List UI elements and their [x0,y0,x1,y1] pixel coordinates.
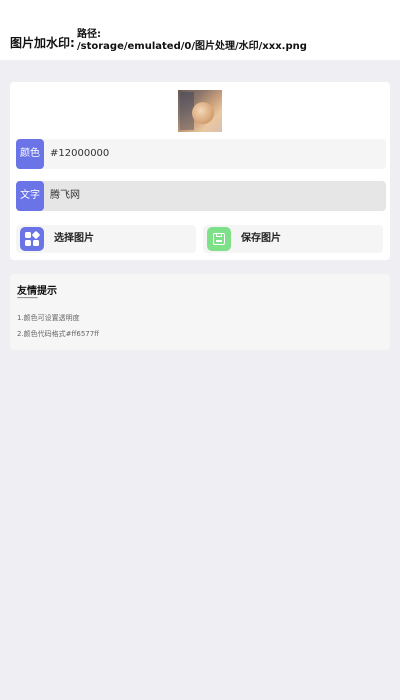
color-field[interactable]: 颜色 #12000000 [16,139,386,169]
tip-item: 2.颜色代码格式#ff6577ff [17,330,100,338]
text-tag: 文字 [16,181,44,211]
color-input[interactable]: #12000000 [50,139,109,169]
save-icon [207,227,231,251]
grid-icon-cell [31,230,41,240]
grid-icon-cell [25,232,31,238]
save-image-label: 保存图片 [241,233,281,244]
tip-item: 1.颜色可设置透明度 [17,314,80,322]
select-image-label: 选择图片 [54,233,94,244]
select-image-button[interactable]: 选择图片 [16,225,196,253]
save-image-button[interactable]: 保存图片 [203,225,383,253]
color-tag: 颜色 [16,139,44,169]
text-field[interactable]: 文字 腾飞网 [16,181,386,211]
path-label: 路径: [77,29,101,40]
path-value: /storage/emulated/0/图片处理/水印/xxx.png [77,41,307,52]
tips-card: 友情提示 ---------- 1.颜色可设置透明度 2.颜色代码格式#ff65… [10,274,390,350]
grid-icon-cell [33,240,39,246]
app-header: 图片加水印: 路径: /storage/emulated/0/图片处理/水印/x… [0,0,400,60]
preview-subject [192,102,214,124]
page-title: 图片加水印: [10,36,75,50]
text-input[interactable]: 腾飞网 [50,181,80,211]
image-preview[interactable] [178,90,222,132]
watermark-card: 颜色 #12000000 文字 腾飞网 选择图片 保存图片 [10,82,390,260]
tips-divider: ---------- [17,294,38,302]
output-path: 路径: /storage/emulated/0/图片处理/水印/xxx.png [77,29,397,53]
grid-icon-cell [25,240,31,246]
save-icon-bar [216,240,222,242]
grid-icon [20,227,44,251]
save-icon-slot [216,233,222,237]
